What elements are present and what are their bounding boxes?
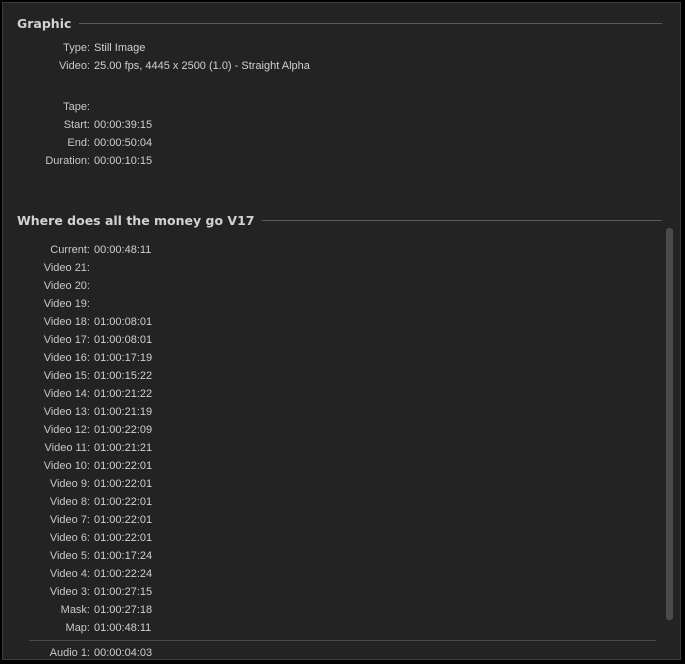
track-timecode: 01:00:22:01 <box>94 514 153 526</box>
track-timecode: 01:00:22:24 <box>94 568 153 580</box>
audio-1-value: 00:00:04:03 <box>94 647 153 659</box>
track-label: Video 20: <box>43 280 90 292</box>
track-label: Video 13: <box>43 406 90 418</box>
graphic-section-header: Graphic <box>17 14 662 32</box>
track-timecode: 01:00:17:19 <box>94 352 153 364</box>
graphic-duration-label: Duration: <box>45 155 90 167</box>
track-timecode: 01:00:48:11 <box>94 622 152 634</box>
track-label: Video 3: <box>49 586 90 598</box>
info-panel: Graphic Type: Still Image Video: 25.00 f… <box>2 2 681 660</box>
track-label: Video 8: <box>49 496 90 508</box>
track-timecode: 00:00:48:11 <box>94 244 152 256</box>
graphic-tape-label: Tape: <box>63 101 90 113</box>
sequence-section-title: Where does all the money go V17 <box>17 212 255 228</box>
sequence-section-header: Where does all the money go V17 <box>17 211 662 229</box>
track-label: Video 6: <box>49 532 90 544</box>
track-label: Video 16: <box>43 352 90 364</box>
track-timecode: 01:00:22:01 <box>94 532 153 544</box>
track-timecode: 01:00:27:15 <box>94 586 153 598</box>
track-label: Video 15: <box>43 370 90 382</box>
track-label: Video 7: <box>49 514 90 526</box>
graphic-video-value: 25.00 fps, 4445 x 2500 (1.0) - Straight … <box>94 60 310 72</box>
track-label: Video 12: <box>43 424 90 436</box>
track-label: Map: <box>65 622 90 634</box>
graphic-video-label: Video: <box>59 60 90 72</box>
track-timecode: 01:00:22:01 <box>94 460 153 472</box>
track-label: Video 18: <box>43 316 90 328</box>
sequence-section-divider <box>262 219 662 221</box>
track-label: Current: <box>50 244 90 256</box>
track-label: Video 11: <box>44 442 90 454</box>
track-label: Video 19: <box>43 298 90 310</box>
track-label: Video 5: <box>49 550 90 562</box>
graphic-end-value: 00:00:50:04 <box>94 137 153 149</box>
track-timecode: 01:00:27:18 <box>94 604 153 616</box>
track-label: Video 17: <box>43 334 90 346</box>
track-timecode: 01:00:17:24 <box>94 550 153 562</box>
graphic-type-value: Still Image <box>94 42 146 54</box>
track-timecode: 01:00:22:09 <box>94 424 153 436</box>
track-timecode: 01:00:08:01 <box>94 334 153 346</box>
track-label: Video 9: <box>49 478 90 490</box>
track-timecode: 01:00:21:21 <box>94 442 153 454</box>
track-timecode: 01:00:21:22 <box>94 388 153 400</box>
track-timecode: 01:00:22:01 <box>94 478 153 490</box>
graphic-end-label: End: <box>67 137 90 149</box>
graphic-section-title: Graphic <box>17 15 72 31</box>
graphic-section-divider <box>79 22 662 24</box>
track-label: Video 14: <box>43 388 90 400</box>
track-label: Mask: <box>60 604 90 616</box>
graphic-duration-value: 00:00:10:15 <box>94 155 153 167</box>
graphic-start-value: 00:00:39:15 <box>94 119 153 131</box>
track-timecode: 01:00:08:01 <box>94 316 153 328</box>
scrollbar-thumb[interactable] <box>666 228 673 620</box>
track-label: Video 21: <box>43 262 90 274</box>
audio-1-label: Audio 1: <box>49 647 90 659</box>
track-label: Video 10: <box>43 460 90 472</box>
track-timecode: 01:00:22:01 <box>94 496 153 508</box>
graphic-type-label: Type: <box>63 42 90 54</box>
track-timecode: 01:00:15:22 <box>94 370 153 382</box>
graphic-start-label: Start: <box>63 119 90 131</box>
audio-section-divider <box>29 640 656 641</box>
vertical-scrollbar[interactable] <box>666 228 673 620</box>
track-label: Video 4: <box>49 568 90 580</box>
track-timecode: 01:00:21:19 <box>94 406 153 418</box>
